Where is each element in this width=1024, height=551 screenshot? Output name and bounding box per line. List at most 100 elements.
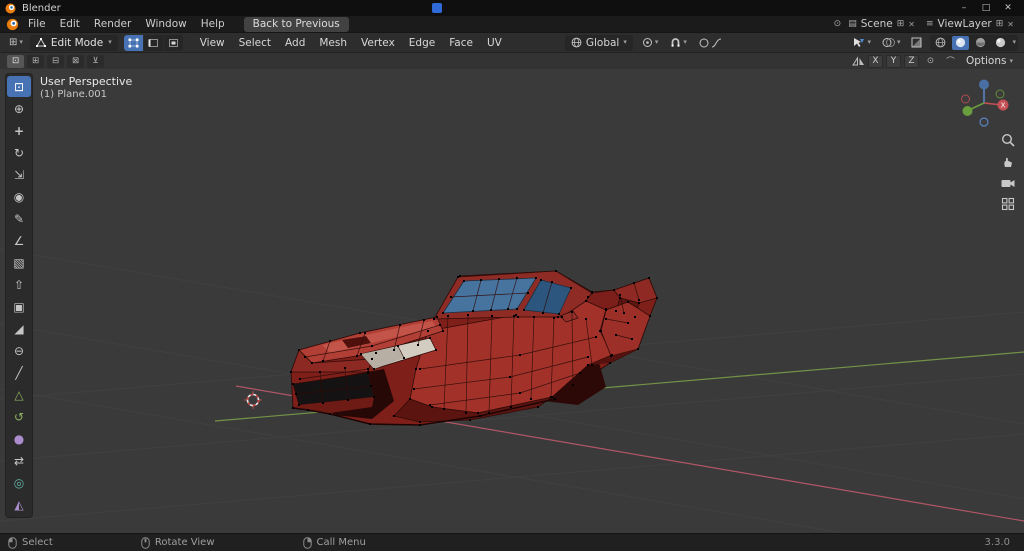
tool-move[interactable]: + — [7, 120, 31, 141]
tool-rip-region[interactable]: ◭ — [7, 494, 31, 515]
minimize-button[interactable]: – — [953, 0, 975, 16]
menu-file[interactable]: File — [21, 17, 53, 31]
solid-shading-button[interactable] — [952, 35, 970, 50]
select-intersect-button[interactable]: ⊻ — [87, 54, 104, 68]
mirror-x-button[interactable]: X — [867, 54, 883, 68]
viewport-header: ⊞ ▾ Edit Mode ▾ View Select Add Mesh Ver… — [0, 32, 1024, 52]
menu-uv[interactable]: UV — [480, 35, 509, 51]
pin-icon[interactable]: ⊙ — [834, 19, 842, 29]
zoom-icon[interactable] — [1001, 133, 1015, 147]
menu-edge[interactable]: Edge — [402, 35, 442, 51]
orientation-label: Global — [585, 36, 620, 49]
tool-add-cube[interactable]: ▧ — [7, 252, 31, 273]
face-select-button[interactable] — [163, 34, 183, 51]
snap-settings-chevron-icon[interactable]: ▾ — [683, 39, 687, 46]
new-viewlayer-icon[interactable]: ⊞ — [996, 19, 1004, 29]
viewlayer-icon: ≡ — [926, 19, 934, 29]
3d-viewport[interactable]: ⊡ ⊕ + ↻ ⇲ ◉ ✎ ∠ ▧ ⇧ ▣ ◢ ⊖ ╱ △ ↺ ● ⇄ ◎ ◭ … — [0, 69, 1024, 533]
tool-loop-cut[interactable]: ⊖ — [7, 340, 31, 361]
proportional-edit-toggle[interactable] — [696, 35, 725, 51]
menu-view[interactable]: View — [193, 35, 232, 51]
blender-app-icon — [5, 3, 16, 13]
tool-bevel[interactable]: ◢ — [7, 318, 31, 339]
gizmo-minus-y-ball[interactable] — [995, 89, 1005, 99]
mode-dropdown[interactable]: Edit Mode ▾ — [29, 34, 118, 51]
ortho-grid-icon[interactable] — [1001, 197, 1015, 211]
view-perspective-label: User Perspective — [40, 75, 133, 88]
shading-options-chevron-icon[interactable]: ▾ — [1012, 39, 1016, 46]
gizmo-minus-z-ball[interactable] — [979, 117, 989, 127]
maximize-button[interactable]: □ — [975, 0, 997, 16]
edge-select-button[interactable] — [143, 34, 163, 51]
camera-view-icon[interactable] — [1001, 177, 1015, 189]
pivot-point-dropdown[interactable]: ▾ — [639, 35, 662, 51]
tool-knife[interactable]: ╱ — [7, 362, 31, 383]
scene-selector[interactable]: ▤ Scene ⊞ ✕ — [844, 18, 919, 30]
tool-poly-build[interactable]: △ — [7, 384, 31, 405]
viewlayer-name: ViewLayer — [937, 18, 992, 30]
xray-toggle[interactable] — [908, 35, 925, 51]
hint-rotate-view-label: Rotate View — [154, 537, 215, 548]
new-scene-icon[interactable]: ⊞ — [897, 19, 905, 29]
show-overlays-dropdown[interactable]: ▾ — [879, 35, 904, 51]
select-subtract-button[interactable]: ⊟ — [47, 54, 64, 68]
tool-spin[interactable]: ↺ — [7, 406, 31, 427]
menu-render[interactable]: Render — [87, 17, 138, 31]
unlink-scene-icon[interactable]: ✕ — [908, 20, 915, 29]
select-invert-button[interactable]: ⊠ — [67, 54, 84, 68]
menu-edit[interactable]: Edit — [53, 17, 87, 31]
menu-face[interactable]: Face — [442, 35, 480, 51]
car-mesh[interactable] — [290, 270, 658, 426]
snap-toggle[interactable]: ▾ — [667, 35, 690, 51]
viewport-canvas[interactable] — [0, 69, 1024, 533]
tool-scale[interactable]: ⇲ — [7, 164, 31, 185]
menu-select[interactable]: Select — [232, 35, 278, 51]
taskbar-app-icon — [432, 3, 442, 13]
snap-base-icon[interactable]: ⊙ — [922, 55, 939, 68]
tool-extrude[interactable]: ⇧ — [7, 274, 31, 295]
tool-rotate[interactable]: ↻ — [7, 142, 31, 163]
material-shading-button[interactable] — [972, 36, 989, 50]
menu-mesh[interactable]: Mesh — [312, 35, 354, 51]
magnet-icon — [671, 38, 680, 47]
scene-icon: ▤ — [848, 19, 857, 29]
gizmo-y-axis-ball[interactable] — [962, 106, 973, 116]
tool-measure[interactable]: ∠ — [7, 230, 31, 251]
select-set-button[interactable]: ⊡ — [7, 54, 24, 68]
back-to-previous-button[interactable]: Back to Previous — [243, 16, 349, 32]
vertex-select-button[interactable] — [123, 34, 143, 51]
tool-annotate[interactable]: ✎ — [7, 208, 31, 229]
menu-window[interactable]: Window — [138, 17, 193, 31]
tool-smooth[interactable]: ● — [7, 428, 31, 449]
options-dropdown[interactable]: Options ▾ — [962, 55, 1017, 67]
blender-logo-icon[interactable] — [6, 18, 19, 31]
tool-settings-bar: ⊡ ⊞ ⊟ ⊠ ⊻ X Y Z ⊙ ⌒ Options ▾ — [0, 52, 1024, 69]
tool-shrink-fatten[interactable]: ◎ — [7, 472, 31, 493]
menu-help[interactable]: Help — [194, 17, 232, 31]
mirror-y-button[interactable]: Y — [885, 54, 901, 68]
tool-edge-slide[interactable]: ⇄ — [7, 450, 31, 471]
rendered-shading-button[interactable] — [992, 36, 1009, 50]
tool-inset-faces[interactable]: ▣ — [7, 296, 31, 317]
tool-cursor[interactable]: ⊕ — [7, 98, 31, 119]
navigation-gizmo[interactable]: X — [956, 75, 1012, 131]
editor-3dview-icon: ⊞ — [9, 37, 18, 48]
menu-add[interactable]: Add — [278, 35, 312, 51]
menu-vertex[interactable]: Vertex — [354, 35, 402, 51]
remove-viewlayer-icon[interactable]: ✕ — [1007, 20, 1014, 29]
close-button[interactable]: ✕ — [997, 0, 1019, 16]
falloff-icon[interactable]: ⌒ — [942, 55, 959, 68]
mirror-z-button[interactable]: Z — [903, 54, 919, 68]
editor-type-button[interactable]: ⊞ ▾ — [6, 35, 26, 51]
shading-mode-group: ▾ — [930, 34, 1018, 51]
gizmo-z-axis-ball[interactable] — [979, 79, 989, 90]
select-extend-button[interactable]: ⊞ — [27, 54, 44, 68]
tool-transform[interactable]: ◉ — [7, 186, 31, 207]
orientation-dropdown[interactable]: Global ▾ — [564, 34, 633, 51]
viewlayer-selector[interactable]: ≡ ViewLayer ⊞ ✕ — [922, 18, 1018, 30]
pan-hand-icon[interactable] — [1001, 155, 1015, 169]
show-gizmo-dropdown[interactable]: ▾ — [850, 35, 874, 51]
wireframe-shading-button[interactable] — [932, 36, 949, 50]
tool-box-select[interactable]: ⊡ — [7, 76, 31, 97]
gizmo-minus-x-ball[interactable] — [961, 94, 970, 104]
